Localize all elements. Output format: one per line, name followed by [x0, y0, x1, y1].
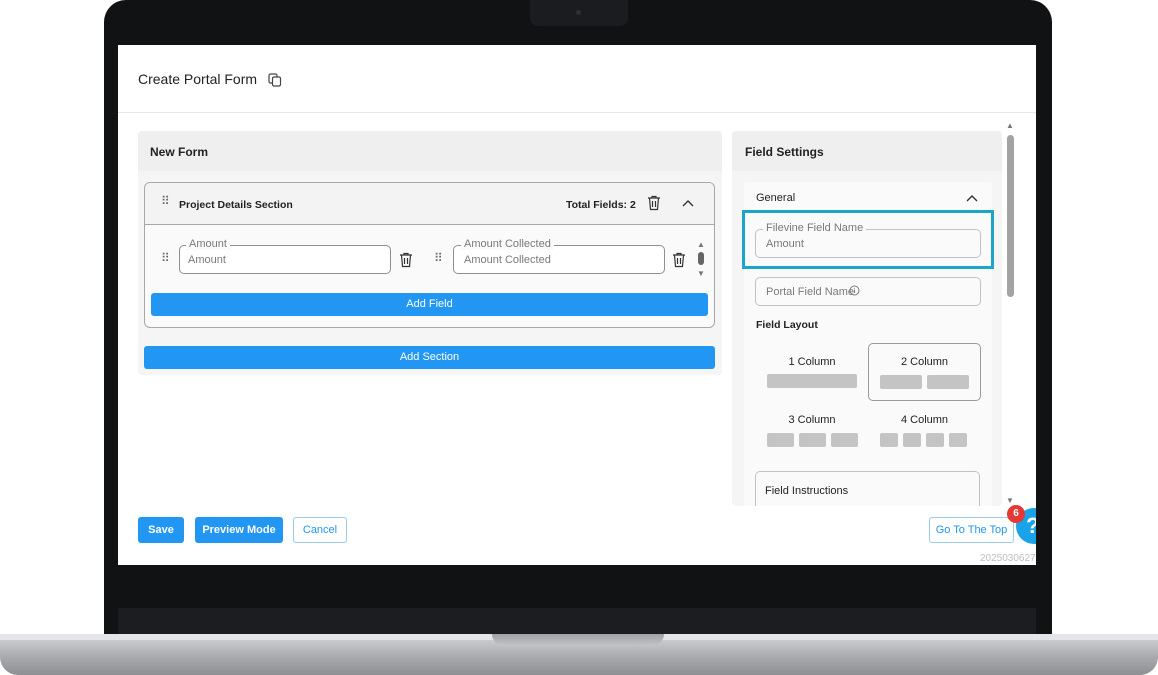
drag-handle-icon[interactable]: ⠿: [161, 252, 170, 264]
scroll-up-arrow-icon[interactable]: ▲: [697, 240, 705, 249]
layout-bar: [880, 375, 922, 389]
app-screen: Create Portal Form New Form ⠿ Project De…: [118, 45, 1036, 565]
layout-option-2-column-selected[interactable]: [868, 343, 981, 401]
page-scroll-down-arrow-icon[interactable]: ▼: [1006, 496, 1014, 505]
panel-clip: [732, 506, 1002, 516]
page-scroll-up-arrow-icon[interactable]: ▲: [1006, 121, 1014, 130]
total-fields-count: Total Fields: 2: [566, 199, 636, 211]
general-section-label: General: [756, 192, 796, 204]
scroll-down-arrow-icon[interactable]: ▼: [697, 269, 705, 278]
delete-section-trash-icon[interactable]: [647, 195, 661, 211]
amount-collected-field-value: Amount Collected: [464, 254, 551, 266]
collapse-section-chevron-up-icon[interactable]: [682, 199, 694, 207]
cancel-button[interactable]: Cancel: [293, 517, 347, 543]
portal-field-name-placeholder: Portal Field Name: [766, 286, 855, 298]
field-settings-title: Field Settings: [745, 145, 824, 159]
filevine-field-name-legend: Filevine Field Name: [763, 222, 867, 234]
layout-bar: [903, 433, 921, 447]
delete-field-trash-icon[interactable]: [399, 252, 413, 268]
form-name: New Form: [150, 145, 209, 159]
layout-option-1-column[interactable]: [756, 344, 868, 400]
page-scrollbar-thumb[interactable]: [1007, 135, 1014, 297]
delete-field-trash-icon[interactable]: [672, 252, 686, 268]
copy-icon[interactable]: [268, 73, 282, 87]
layout-bar: [767, 374, 857, 388]
section-name: Project Details Section: [179, 199, 293, 211]
form-builder-header: [138, 131, 722, 171]
collapse-general-chevron-up-icon[interactable]: [966, 194, 978, 202]
layout-bar: [927, 375, 969, 389]
add-section-button[interactable]: Add Section: [144, 346, 715, 369]
amount-collected-field-legend: Amount Collected: [461, 238, 554, 250]
screen-bezel: [118, 608, 1036, 636]
notification-badge: 6: [1007, 505, 1025, 523]
drag-handle-icon[interactable]: ⠿: [434, 252, 443, 264]
save-button[interactable]: Save: [138, 517, 184, 543]
camera-icon: [576, 10, 581, 15]
layout-bar: [926, 433, 944, 447]
layout-option-label: 1 Column: [788, 356, 836, 368]
layout-bar: [831, 433, 858, 447]
add-field-button[interactable]: Add Field: [151, 293, 708, 316]
layout-option-label: 3 Column: [788, 414, 836, 426]
layout-bar: [799, 433, 826, 447]
version-number: 2025030627: [980, 553, 1036, 564]
field-layout-label: Field Layout: [756, 319, 818, 331]
filevine-field-name-value: Amount: [766, 238, 804, 250]
layout-option-label: 2 Column: [900, 356, 949, 368]
amount-field-legend: Amount: [186, 238, 230, 250]
field-instructions-label: Field Instructions: [765, 485, 849, 497]
info-icon[interactable]: [849, 285, 860, 296]
layout-option-label: 4 Column: [900, 414, 949, 426]
drag-handle-icon[interactable]: ⠿: [161, 195, 170, 207]
layout-bar: [767, 433, 794, 447]
amount-field-value: Amount: [188, 254, 226, 266]
preview-mode-button[interactable]: Preview Mode: [195, 517, 283, 543]
page-title: Create Portal Form: [138, 71, 258, 87]
layout-bar: [880, 433, 898, 447]
header-divider: [118, 112, 1036, 113]
go-to-top-button[interactable]: Go To The Top: [929, 517, 1014, 543]
layout-bar: [949, 433, 967, 447]
fields-scrollbar-thumb[interactable]: [698, 252, 704, 265]
laptop-opening-notch: [492, 634, 664, 646]
